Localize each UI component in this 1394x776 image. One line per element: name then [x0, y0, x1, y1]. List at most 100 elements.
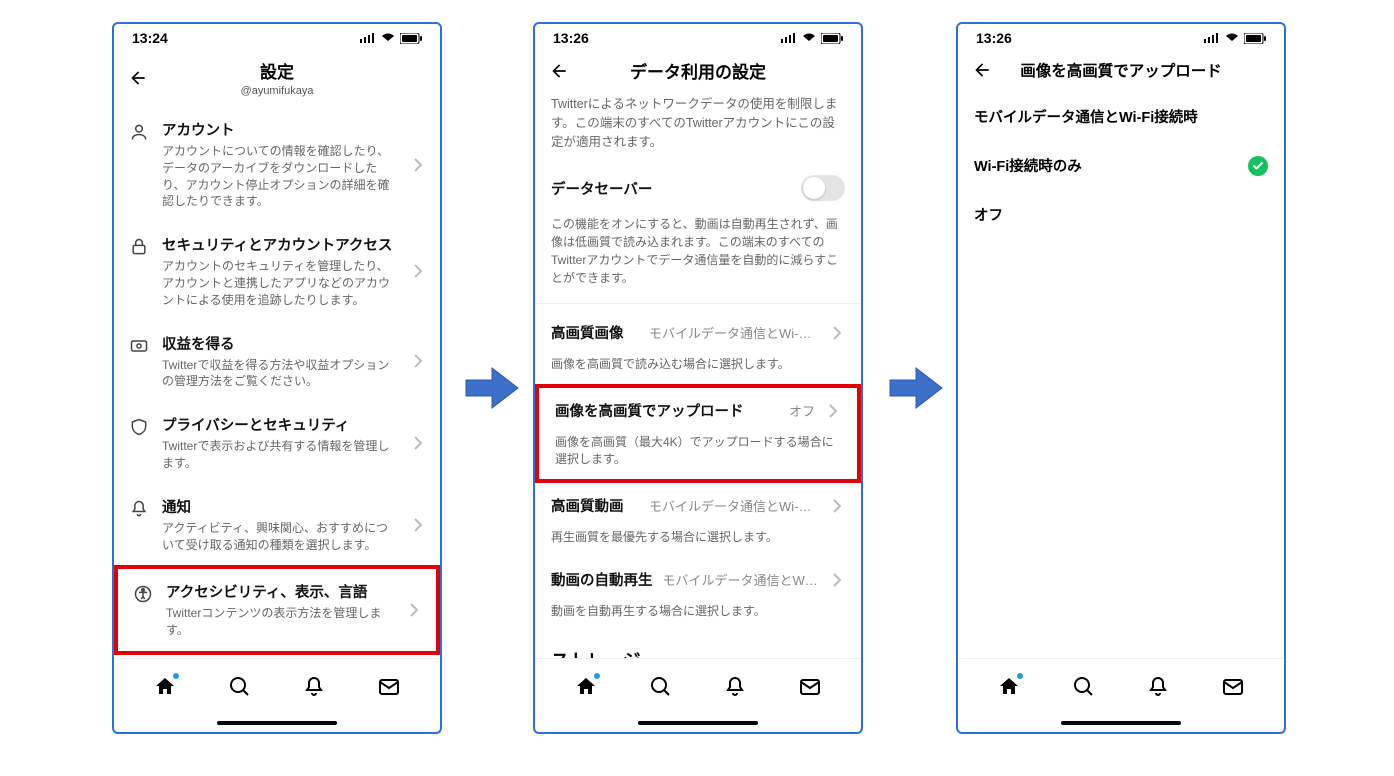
status-bar: 13:26	[958, 24, 1284, 52]
clock: 13:26	[553, 30, 589, 46]
status-indicators	[781, 33, 843, 44]
chevron-right-icon	[410, 354, 426, 368]
row-label: 画像を高画質でアップロード	[555, 400, 744, 421]
nav-home[interactable]	[996, 674, 1022, 700]
header: 設定 @ayumifukaya	[114, 52, 440, 107]
item-title: 収益を得る	[162, 333, 398, 354]
row-desc: 画像を高画質で読み込む場合に選択します。	[535, 355, 861, 384]
row-value: モバイルデータ通信とWi-Fi…	[663, 570, 820, 589]
row-high-quality-image[interactable]: 高画質画像 モバイルデータ通信とWi-Fi接続時	[535, 310, 861, 355]
row-desc: 画像を高画質（最大4K）でアップロードする場合に選択します。	[539, 433, 857, 479]
row-high-quality-video[interactable]: 高画質動画 モバイルデータ通信とWi-Fi接続時	[535, 483, 861, 528]
back-button[interactable]	[547, 59, 571, 83]
status-bar: 13:24	[114, 24, 440, 52]
nav-search[interactable]	[648, 674, 674, 700]
status-bar: 13:26	[535, 24, 861, 52]
chevron-right-icon	[410, 518, 426, 532]
row-desc: 動画を自動再生する場合に選択します。	[535, 602, 861, 631]
nav-home[interactable]	[152, 674, 178, 700]
money-icon	[128, 335, 150, 357]
data-saver-toggle[interactable]	[801, 175, 845, 201]
item-title: アクセシビリティ、表示、言語	[166, 581, 394, 602]
item-desc: アクティビティ、興味関心、おすすめについて受け取る通知の種類を選択します。	[162, 520, 398, 554]
item-desc: Twitterコンテンツの表示方法を管理します。	[166, 605, 394, 639]
accessibility-icon	[132, 583, 154, 605]
nav-search[interactable]	[1071, 674, 1097, 700]
item-title: 通知	[162, 496, 398, 517]
option-wifi-only[interactable]: Wi-Fi接続時のみ	[958, 141, 1284, 190]
settings-item-security[interactable]: セキュリティとアカウントアクセス アカウントのセキュリティを管理したり、アカウン…	[114, 222, 440, 320]
item-desc: Twitterで表示および共有する情報を管理します。	[162, 438, 398, 472]
phone-upload-quality: 13:26 画像を高画質でアップロード モバイルデータ通信とWi-Fi接続時 W…	[956, 22, 1286, 734]
page-subtitle: @ayumifukaya	[150, 85, 404, 97]
shield-icon	[128, 416, 150, 438]
nav-messages[interactable]	[797, 674, 823, 700]
item-desc: アカウントについての情報を確認したり、データのアーカイブをダウンロードしたり、ア…	[162, 143, 398, 210]
storage-header: ストレージ	[535, 631, 861, 658]
nav-notifications[interactable]	[1145, 674, 1171, 700]
item-desc: Twitterで収益を得る方法や収益オプションの管理方法をご覧ください。	[162, 357, 398, 391]
option-off[interactable]: オフ	[958, 190, 1284, 239]
option-mobile-and-wifi[interactable]: モバイルデータ通信とWi-Fi接続時	[958, 92, 1284, 141]
row-desc: 再生画質を最優先する場合に選択します。	[535, 528, 861, 557]
flow-arrow	[464, 360, 520, 416]
highlighted-upload-row: 画像を高画質でアップロード オフ 画像を高画質（最大4K）でアップロードする場合…	[535, 384, 861, 483]
page-description: Twitterによるネットワークデータの使用を制限します。この端末のすべてのTw…	[535, 93, 861, 165]
nav-notifications[interactable]	[722, 674, 748, 700]
bottom-nav	[958, 658, 1284, 714]
row-label: 高画質動画	[551, 495, 624, 516]
lock-icon	[128, 236, 150, 258]
settings-item-account[interactable]: アカウント アカウントについての情報を確認したり、データのアーカイブをダウンロー…	[114, 107, 440, 222]
nav-messages[interactable]	[1220, 674, 1246, 700]
item-title: セキュリティとアカウントアクセス	[162, 234, 398, 255]
row-autoplay[interactable]: 動画の自動再生 モバイルデータ通信とWi-Fi…	[535, 557, 861, 602]
option-label: オフ	[974, 204, 1003, 225]
chevron-right-icon	[410, 264, 426, 278]
home-indicator	[114, 714, 440, 732]
home-indicator	[535, 714, 861, 732]
nav-home[interactable]	[573, 674, 599, 700]
status-indicators	[1204, 33, 1266, 44]
row-upload-high-quality[interactable]: 画像を高画質でアップロード オフ	[539, 388, 857, 433]
phone-settings: 13:24 設定 @ayumifukaya アカウント アカウントについての情報…	[112, 22, 442, 734]
option-label: Wi-Fi接続時のみ	[974, 155, 1082, 176]
settings-item-privacy[interactable]: プライバシーとセキュリティ Twitterで表示および共有する情報を管理します。	[114, 402, 440, 484]
data-saver-desc: この機能をオンにすると、動画は自動再生されず、画像は低画質で読み込まれます。この…	[551, 215, 845, 287]
settings-item-notifications[interactable]: 通知 アクティビティ、興味関心、おすすめについて受け取る通知の種類を選択します。	[114, 484, 440, 566]
bottom-nav	[535, 658, 861, 714]
nav-notifications[interactable]	[301, 674, 327, 700]
settings-item-accessibility[interactable]: アクセシビリティ、表示、言語 Twitterコンテンツの表示方法を管理します。	[114, 565, 440, 655]
row-value: モバイルデータ通信とWi-Fi接続時	[649, 496, 819, 515]
nav-messages[interactable]	[376, 674, 402, 700]
nav-search[interactable]	[227, 674, 253, 700]
chevron-right-icon	[410, 436, 426, 450]
row-value: モバイルデータ通信とWi-Fi接続時	[649, 323, 819, 342]
chevron-right-icon	[406, 603, 422, 617]
options-list: モバイルデータ通信とWi-Fi接続時 Wi-Fi接続時のみ オフ	[958, 92, 1284, 658]
flow-arrow	[888, 360, 944, 416]
back-button[interactable]	[126, 66, 150, 90]
bell-icon	[128, 498, 150, 520]
clock: 13:24	[132, 30, 168, 46]
data-saver-row: データセーバー	[535, 165, 861, 211]
chevron-right-icon	[829, 499, 845, 513]
user-icon	[128, 121, 150, 143]
option-label: モバイルデータ通信とWi-Fi接続時	[974, 106, 1198, 127]
header: 画像を高画質でアップロード	[958, 52, 1284, 92]
settings-list: アカウント アカウントについての情報を確認したり、データのアーカイブをダウンロー…	[114, 107, 440, 658]
data-saver-label: データセーバー	[551, 178, 652, 199]
item-title: プライバシーとセキュリティ	[162, 414, 398, 435]
settings-item-monetization[interactable]: 収益を得る Twitterで収益を得る方法や収益オプションの管理方法をご覧くださ…	[114, 321, 440, 403]
clock: 13:26	[976, 30, 1012, 46]
chevron-right-icon	[825, 404, 841, 418]
header: データ利用の設定	[535, 52, 861, 93]
data-usage-content: Twitterによるネットワークデータの使用を制限します。この端末のすべてのTw…	[535, 93, 861, 658]
row-value: オフ	[789, 401, 815, 420]
bottom-nav	[114, 658, 440, 714]
row-label: 高画質画像	[551, 322, 624, 343]
row-label: 動画の自動再生	[551, 569, 653, 590]
item-title: アカウント	[162, 119, 398, 140]
back-button[interactable]	[970, 58, 994, 82]
chevron-right-icon	[829, 573, 845, 587]
item-desc: アカウントのセキュリティを管理したり、アカウントと連携したアプリなどのアカウント…	[162, 258, 398, 308]
